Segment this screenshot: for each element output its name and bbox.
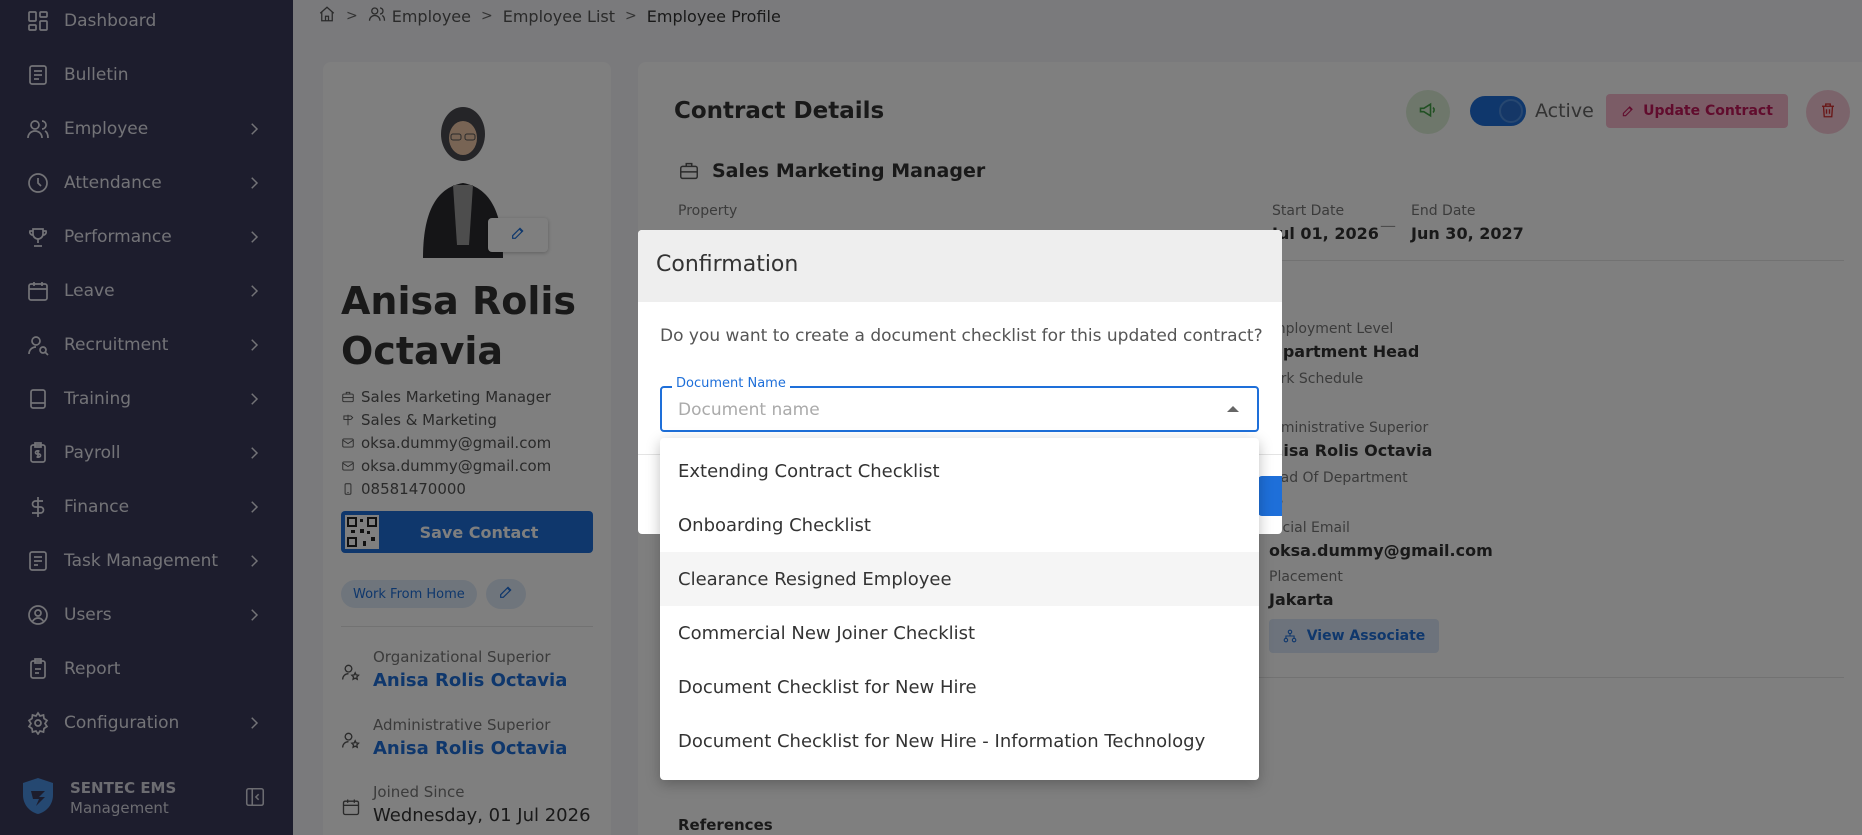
option-document-checklist-new-hire[interactable]: Document Checklist for New Hire bbox=[660, 660, 1259, 714]
option-commercial-new-joiner-checklist[interactable]: Commercial New Joiner Checklist bbox=[660, 606, 1259, 660]
option-extending-contract-checklist[interactable]: Extending Contract Checklist bbox=[660, 444, 1259, 498]
document-name-label: Document Name bbox=[672, 376, 790, 391]
document-name-options: Extending Contract Checklist Onboarding … bbox=[660, 438, 1259, 780]
dialog-title: Confirmation bbox=[656, 252, 799, 277]
option-onboarding-checklist[interactable]: Onboarding Checklist bbox=[660, 498, 1259, 552]
dialog-header: Confirmation bbox=[638, 230, 1282, 302]
dialog-message: Do you want to create a document checkli… bbox=[660, 326, 1263, 346]
option-clearance-resigned-employee[interactable]: Clearance Resigned Employee bbox=[660, 552, 1259, 606]
caret-up-icon[interactable] bbox=[1227, 406, 1239, 412]
document-name-select[interactable]: Document Name bbox=[660, 376, 1259, 432]
option-document-checklist-new-hire-it[interactable]: Document Checklist for New Hire - Inform… bbox=[660, 714, 1259, 768]
document-name-input[interactable] bbox=[678, 398, 1198, 422]
confirm-button[interactable] bbox=[1258, 476, 1282, 516]
